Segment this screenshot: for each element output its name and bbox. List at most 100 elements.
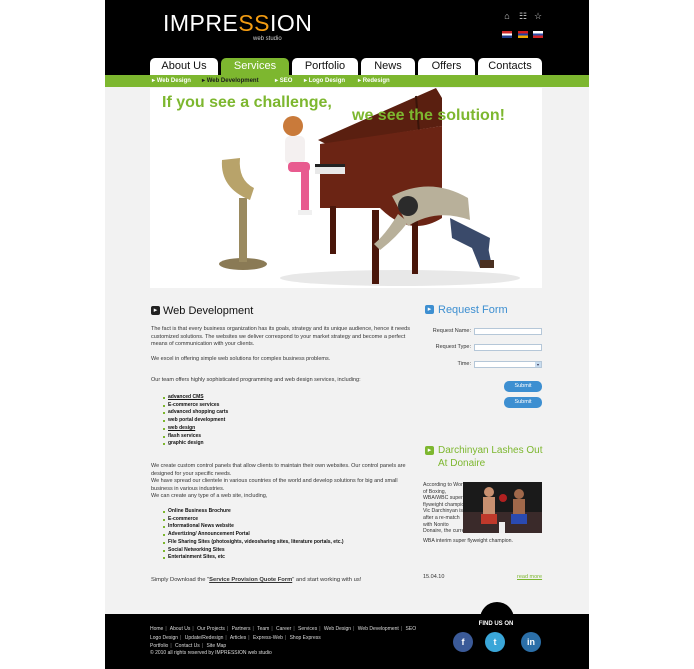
list-item: Social Networking Sites <box>163 547 344 555</box>
tab-offers[interactable]: Offers <box>418 58 475 75</box>
news-title[interactable]: Darchinyan Lashes Out At Donaire <box>425 444 545 470</box>
logo-text-mid: SS <box>238 10 271 36</box>
list-item: E-commerce <box>163 516 344 524</box>
logo-text-right: ION <box>270 10 313 36</box>
list-item: Entertainment Sites, etc <box>163 554 344 562</box>
list-item: File Sharing Sites (photosights, videosh… <box>163 539 344 547</box>
list-item: web portal development <box>163 417 228 425</box>
services-intro: Our team offers highly sophisticated pro… <box>151 377 361 383</box>
armenian-flag[interactable] <box>518 31 528 38</box>
intro-paragraph-2: We excel in offering simple web solution… <box>151 356 331 362</box>
hero-banner: If you see a challenge, we see the solut… <box>150 88 542 288</box>
request-form-title: Request Form <box>438 304 508 316</box>
footer-link-shop-express[interactable]: Shop Express <box>290 635 321 641</box>
intro-paragraph: The fact is that every business organiza… <box>151 326 410 348</box>
control-panels-paragraph: We create custom control panels that all… <box>151 463 406 477</box>
home-icon[interactable]: ⌂ <box>502 11 512 21</box>
tab-portfolio[interactable]: Portfolio <box>292 58 358 75</box>
footer-links-row: Home | About Us | Our Projects | Partners | … <box>150 626 417 632</box>
footer-link-web-development[interactable]: Web Development <box>358 626 399 632</box>
footer-link-team[interactable]: Team <box>257 626 269 632</box>
request-type-label: Request Type: <box>435 344 471 350</box>
tab-contacts[interactable]: Contacts <box>478 58 542 75</box>
cms-link[interactable]: advanced CMS <box>168 394 204 400</box>
news-image[interactable] <box>463 482 542 533</box>
news-date: 15.04.10 <box>423 574 445 580</box>
footer-link-sitemap[interactable]: Site Map <box>206 643 226 649</box>
list-item: advanced shopping carts <box>163 409 228 417</box>
subnav-label: SEO <box>279 78 293 84</box>
find-us-label: FIND US ON <box>478 621 514 627</box>
form-arrow-icon: ▸ <box>425 305 434 314</box>
boxing-photo <box>463 482 542 533</box>
request-name-input[interactable] <box>474 328 542 335</box>
english-flag[interactable] <box>502 31 512 38</box>
submit-button-2[interactable]: Submit <box>504 397 542 408</box>
logo-tagline: web studio <box>253 36 282 42</box>
russian-flag[interactable] <box>533 31 543 38</box>
footer-link-about[interactable]: About Us <box>170 626 191 632</box>
time-label: Time: <box>457 361 471 367</box>
footer-link-home[interactable]: Home <box>150 626 163 632</box>
footer-links: Home | About Us | Our Projects | Partners | … <box>150 625 440 651</box>
page: IMPRESSION web studio ⌂ ☷ ☆ About Us Ser… <box>105 0 589 669</box>
list-item: Informational News website <box>163 523 344 531</box>
footer-link-express-web[interactable]: Express-Web <box>253 635 283 641</box>
subnav-label: Logo Design <box>308 78 346 84</box>
footer-link-portfolio[interactable]: Portfolio <box>150 643 168 649</box>
subnav-web-design[interactable]: ▸ Web Design <box>152 75 191 87</box>
twitter-icon[interactable]: t <box>485 632 505 652</box>
list-item: advanced CMS <box>163 394 228 402</box>
web-design-link[interactable]: web design <box>168 425 195 431</box>
subnav-logo-design[interactable]: ▸ Logo Design <box>304 75 345 87</box>
star-icon[interactable]: ☆ <box>533 11 543 21</box>
clientele-paragraph: We have spread our clientele in various … <box>151 478 398 492</box>
site-logo[interactable]: IMPRESSION <box>163 10 312 37</box>
section-arrow-icon: ▸ <box>151 306 160 315</box>
time-select[interactable]: ▾ <box>474 361 542 368</box>
request-type-input[interactable] <box>474 344 542 351</box>
logo-text-left: IMPRE <box>163 10 239 36</box>
linkedin-icon[interactable]: in <box>521 632 541 652</box>
services-list: advanced CMS E-commerce services advance… <box>163 394 228 448</box>
request-name-label: Request Name: <box>432 328 471 334</box>
copyright: © 2010 all rights reserved by IMPRESSION… <box>150 650 272 656</box>
footer-link-career[interactable]: Career <box>276 626 291 632</box>
hero-headline-1: If you see a challenge, <box>162 94 332 111</box>
download-line: Simply Download the "Service Provision Q… <box>151 577 411 585</box>
footer-links-row: Logo Design | Update/Redesign | Articles | … <box>150 634 321 641</box>
footer-link-seo[interactable]: SEO <box>406 626 417 632</box>
subnav-redesign[interactable]: ▸ Redesign <box>358 75 390 87</box>
subnav-label: Web Design <box>156 78 191 84</box>
list-item: Online Business Brochure <box>163 508 344 516</box>
news-text-continued: WBA interim super flyweight champion. <box>423 538 513 544</box>
tab-about-us[interactable]: About Us <box>150 58 218 75</box>
quote-form-link[interactable]: Service Provision Quote Form <box>209 577 292 583</box>
footer-link-contact[interactable]: Contact Us <box>175 643 200 649</box>
subnav-seo[interactable]: ▸ SEO <box>275 75 292 87</box>
subnav-label: Web Development <box>206 78 259 84</box>
sitemap-icon[interactable]: ☷ <box>518 11 528 21</box>
facebook-icon[interactable]: f <box>453 632 473 652</box>
site-types-list: Online Business Brochure E-commerce Info… <box>163 508 344 562</box>
footer-link-update-redesign[interactable]: Update/Redesign <box>185 635 224 641</box>
list-item: Advertizing/ Announcement Portal <box>163 531 344 539</box>
read-more-link[interactable]: read more <box>517 574 542 580</box>
page-title: Web Development <box>163 305 254 317</box>
tab-services[interactable]: Services <box>221 58 289 75</box>
footer-link-services[interactable]: Services <box>298 626 317 632</box>
footer-link-web-design[interactable]: Web Design <box>324 626 351 632</box>
footer-link-projects[interactable]: Our Projects <box>197 626 225 632</box>
download-prefix: Simply Download the " <box>151 577 210 583</box>
tab-news[interactable]: News <box>361 58 415 75</box>
subnav-web-development[interactable]: ▸ Web Development <box>202 75 259 87</box>
download-suffix: " and start working with us! <box>292 577 362 583</box>
footer-link-articles[interactable]: Articles <box>230 635 246 641</box>
footer-link-partners[interactable]: Partners <box>232 626 251 632</box>
list-item: graphic design <box>163 440 228 448</box>
submit-button[interactable]: Submit <box>504 381 542 392</box>
footer-link-logo-design[interactable]: Logo Design <box>150 635 178 641</box>
site-types-intro: We can create any type of a web site, in… <box>151 493 268 499</box>
list-item: web design <box>163 425 228 433</box>
subnav-label: Redesign <box>362 78 390 84</box>
